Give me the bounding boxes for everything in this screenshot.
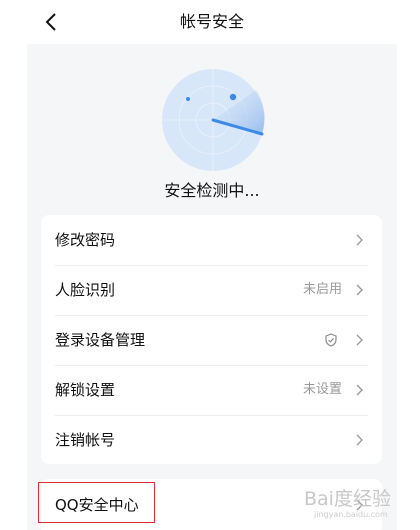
chevron-right-icon	[356, 434, 363, 446]
chevron-right-icon	[356, 234, 363, 246]
settings-item-cancel-account[interactable]: 注销帐号	[41, 415, 382, 464]
page: 帐号安全 安全检测中... 修改密码 人脸识别 未启用 登录设备管理 解锁设置 …	[0, 0, 420, 530]
settings-item-label: 人脸识别	[55, 281, 116, 299]
page-title: 帐号安全	[179, 12, 244, 31]
settings-item-device-management[interactable]: 登录设备管理	[41, 315, 382, 365]
settings-item-label: 修改密码	[55, 231, 116, 249]
settings-list: 修改密码 人脸识别 未启用 登录设备管理 解锁设置 未设置 注销帐号	[41, 215, 382, 464]
chevron-right-icon	[356, 334, 363, 346]
navigation-bar: 帐号安全	[27, 0, 397, 44]
highlight-box	[38, 482, 155, 523]
chevron-right-icon	[356, 499, 363, 511]
shield-check-icon	[325, 333, 337, 347]
settings-item-label: 注销帐号	[55, 431, 116, 449]
chevron-right-icon	[356, 384, 363, 396]
settings-item-unlock-settings[interactable]: 解锁设置 未设置	[41, 365, 382, 415]
chevron-right-icon	[356, 284, 363, 296]
settings-item-label: 解锁设置	[55, 381, 116, 399]
settings-item-label: 登录设备管理	[55, 331, 146, 349]
settings-item-face-recognition[interactable]: 人脸识别 未启用	[41, 265, 382, 315]
radar-scan-icon	[162, 69, 265, 171]
scan-status-text: 安全检测中...	[164, 181, 260, 200]
settings-item-status: 未启用	[302, 282, 342, 297]
settings-item-status: 未设置	[302, 382, 342, 397]
settings-item-change-password[interactable]: 修改密码	[41, 215, 382, 265]
